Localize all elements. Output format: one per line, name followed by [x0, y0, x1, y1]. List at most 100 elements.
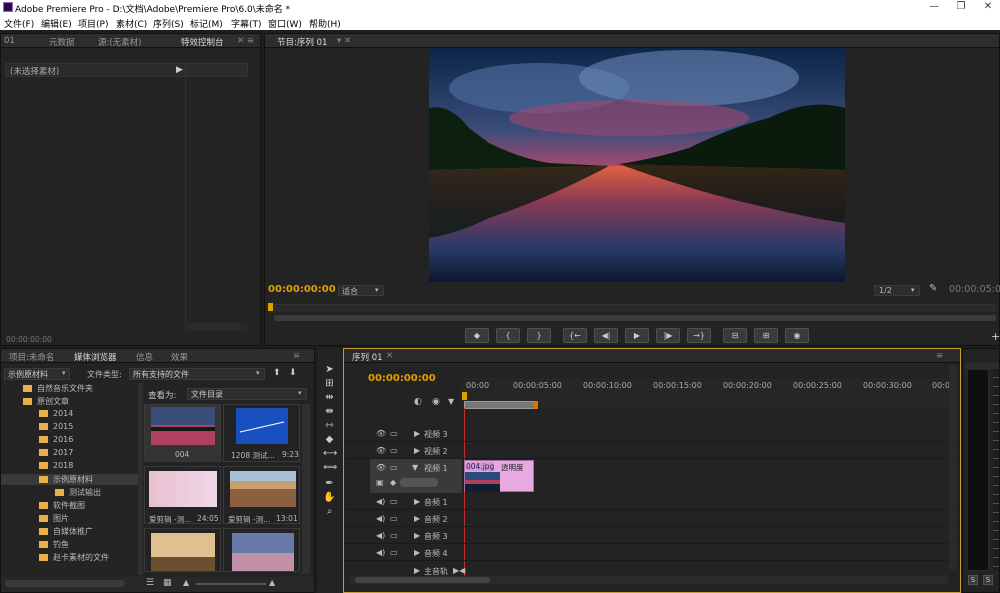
- playhead-marker[interactable]: [268, 303, 273, 311]
- expand-icon[interactable]: ▶: [414, 548, 420, 557]
- tree-item[interactable]: 测试输出: [55, 487, 101, 498]
- panel-menu-icon[interactable]: ≡: [936, 351, 943, 361]
- menu-sequence[interactable]: 序列(S): [153, 17, 184, 30]
- expand-icon[interactable]: ▶: [414, 514, 420, 523]
- lock-icon[interactable]: ▭: [390, 497, 398, 506]
- tab-program[interactable]: 节目:序列 01: [277, 36, 327, 48]
- pen-tool-icon[interactable]: ✒: [323, 477, 336, 490]
- speaker-icon[interactable]: ◀): [376, 548, 385, 557]
- tree-item[interactable]: 2018: [39, 461, 73, 470]
- rate-stretch-tool-icon[interactable]: ⇿: [323, 419, 336, 432]
- display-style-icon[interactable]: ▣: [376, 478, 384, 487]
- zoom-in-icon[interactable]: ▲: [269, 578, 275, 587]
- close-tab-icon[interactable]: ✕: [386, 351, 393, 361]
- minimize-icon[interactable]: —: [927, 1, 941, 13]
- drive-dropdown[interactable]: 示例原材料 ▾: [4, 368, 70, 380]
- thumb-scrollbar[interactable]: [302, 404, 310, 574]
- arrow-up-icon[interactable]: ⬆: [273, 368, 281, 378]
- tree-scrollbar[interactable]: [138, 383, 143, 575]
- zoom-out-icon[interactable]: ▲: [183, 578, 189, 587]
- timeline-scrollbar[interactable]: [355, 577, 490, 583]
- maximize-icon[interactable]: ❐: [954, 1, 968, 13]
- tab-project[interactable]: 项目:未命名: [9, 351, 54, 363]
- wrench-icon[interactable]: ✎: [929, 283, 937, 294]
- playhead-ruler[interactable]: [268, 304, 996, 312]
- media-thumb-clip2[interactable]: 爱剪辑 -测... 13:01: [223, 466, 300, 524]
- tab-sequence[interactable]: 序列 01: [352, 351, 383, 363]
- tree-item-selected[interactable]: 示例原材料: [1, 474, 138, 485]
- tree-item[interactable]: 2014: [39, 409, 73, 418]
- menu-file[interactable]: 文件(F): [4, 17, 34, 30]
- tab-dropdown-icon[interactable]: ▾ ✕: [337, 36, 351, 46]
- video-clip-004[interactable]: 004.jpg 透明度: [464, 460, 534, 492]
- tree-item[interactable]: 图片: [39, 513, 69, 524]
- menu-help[interactable]: 帮助(H): [309, 17, 341, 30]
- lock-icon[interactable]: ▭: [390, 463, 398, 472]
- ripple-edit-tool-icon[interactable]: ⇹: [323, 391, 336, 404]
- program-timecode[interactable]: 00:00:00:00: [268, 284, 336, 295]
- horizontal-scrollbar[interactable]: [5, 580, 125, 587]
- add-marker-icon[interactable]: ▼: [448, 397, 454, 406]
- tree-item[interactable]: 自媒体推广: [39, 526, 93, 537]
- keyframe-nav[interactable]: [400, 478, 438, 487]
- playhead-marker[interactable]: [462, 392, 467, 400]
- mark-out-button[interactable]: }: [527, 328, 551, 343]
- razor-tool-icon[interactable]: ◆: [323, 433, 336, 446]
- panel-menu-icon[interactable]: ≡: [293, 351, 300, 361]
- menu-marker[interactable]: 标记(M): [190, 17, 223, 30]
- timeline-vertical-scrollbar[interactable]: [949, 365, 957, 570]
- eye-icon[interactable]: 👁: [376, 429, 386, 438]
- expand-icon[interactable]: ▶: [414, 497, 420, 506]
- markers-icon[interactable]: ◉: [432, 397, 440, 407]
- zoom-tool-icon[interactable]: ⌕: [323, 505, 336, 518]
- media-thumb-004[interactable]: 004: [144, 404, 221, 462]
- go-to-in-button[interactable]: {←: [563, 328, 587, 343]
- view-dropdown[interactable]: 文件目录 ▾: [187, 388, 307, 400]
- menu-clip[interactable]: 素材(C): [116, 17, 147, 30]
- tab-effects[interactable]: 效果: [171, 351, 188, 363]
- fit-dropdown[interactable]: 适合 ▾: [338, 285, 384, 296]
- expand-icon[interactable]: ▶: [414, 446, 420, 455]
- panel-menu-icon[interactable]: ✕ ≡: [237, 36, 254, 46]
- hand-tool-icon[interactable]: ✋: [323, 491, 336, 504]
- master-track-icon[interactable]: ▶◀: [453, 566, 465, 575]
- play-button[interactable]: ▶: [625, 328, 649, 343]
- tree-item[interactable]: 自然音乐文件夹: [23, 383, 93, 394]
- snap-icon[interactable]: ◐: [414, 397, 422, 407]
- tree-item[interactable]: 赵卡素材的文件: [39, 552, 109, 563]
- tree-item[interactable]: 软件截图: [39, 500, 85, 511]
- zoom-scrollbar[interactable]: [274, 315, 996, 321]
- selection-tool-icon[interactable]: ➤: [323, 363, 336, 376]
- zoom-slider[interactable]: [196, 583, 266, 585]
- speaker-icon[interactable]: ◀): [376, 514, 385, 523]
- menu-edit[interactable]: 编辑(E): [41, 17, 72, 30]
- tab-media-browser[interactable]: 媒体浏览器: [74, 351, 117, 363]
- close-icon[interactable]: ✕: [981, 1, 995, 13]
- export-frame-button[interactable]: ◉: [785, 328, 809, 343]
- tree-item[interactable]: 钓鱼: [39, 539, 69, 550]
- rolling-edit-tool-icon[interactable]: ⇼: [323, 405, 336, 418]
- slip-tool-icon[interactable]: ⟷: [323, 447, 337, 460]
- expand-arrow-icon[interactable]: ▶: [176, 65, 183, 75]
- extract-button[interactable]: ⊞: [754, 328, 778, 343]
- tab-01[interactable]: 01: [4, 36, 15, 46]
- media-thumb-clip1[interactable]: 爱剪辑 -测... 24:05: [144, 466, 221, 524]
- keyframe-icon[interactable]: ◆: [390, 478, 396, 487]
- tab-effect-controls[interactable]: 特效控制台: [181, 36, 224, 48]
- lock-icon[interactable]: ▭: [390, 446, 398, 455]
- eye-icon[interactable]: 👁: [376, 463, 386, 472]
- expand-icon[interactable]: ▶: [414, 429, 420, 438]
- media-thumb-1208[interactable]: 1208 测试... 9:23: [223, 404, 300, 462]
- slide-tool-icon[interactable]: ⟺: [323, 461, 337, 474]
- filetype-dropdown[interactable]: 所有支持的文件 ▾: [129, 368, 265, 380]
- track-select-tool-icon[interactable]: ⊞: [323, 377, 336, 390]
- lock-icon[interactable]: ▭: [390, 531, 398, 540]
- tab-metadata[interactable]: 元数据: [49, 36, 75, 48]
- scroll-area[interactable]: [185, 323, 247, 331]
- step-forward-button[interactable]: |▶: [656, 328, 680, 343]
- tab-source[interactable]: 源:(无素材): [98, 36, 142, 48]
- tree-item[interactable]: 2016: [39, 435, 73, 444]
- go-to-out-button[interactable]: →}: [687, 328, 711, 343]
- icon-view-icon[interactable]: ▦: [163, 578, 172, 588]
- step-back-button[interactable]: ◀|: [594, 328, 618, 343]
